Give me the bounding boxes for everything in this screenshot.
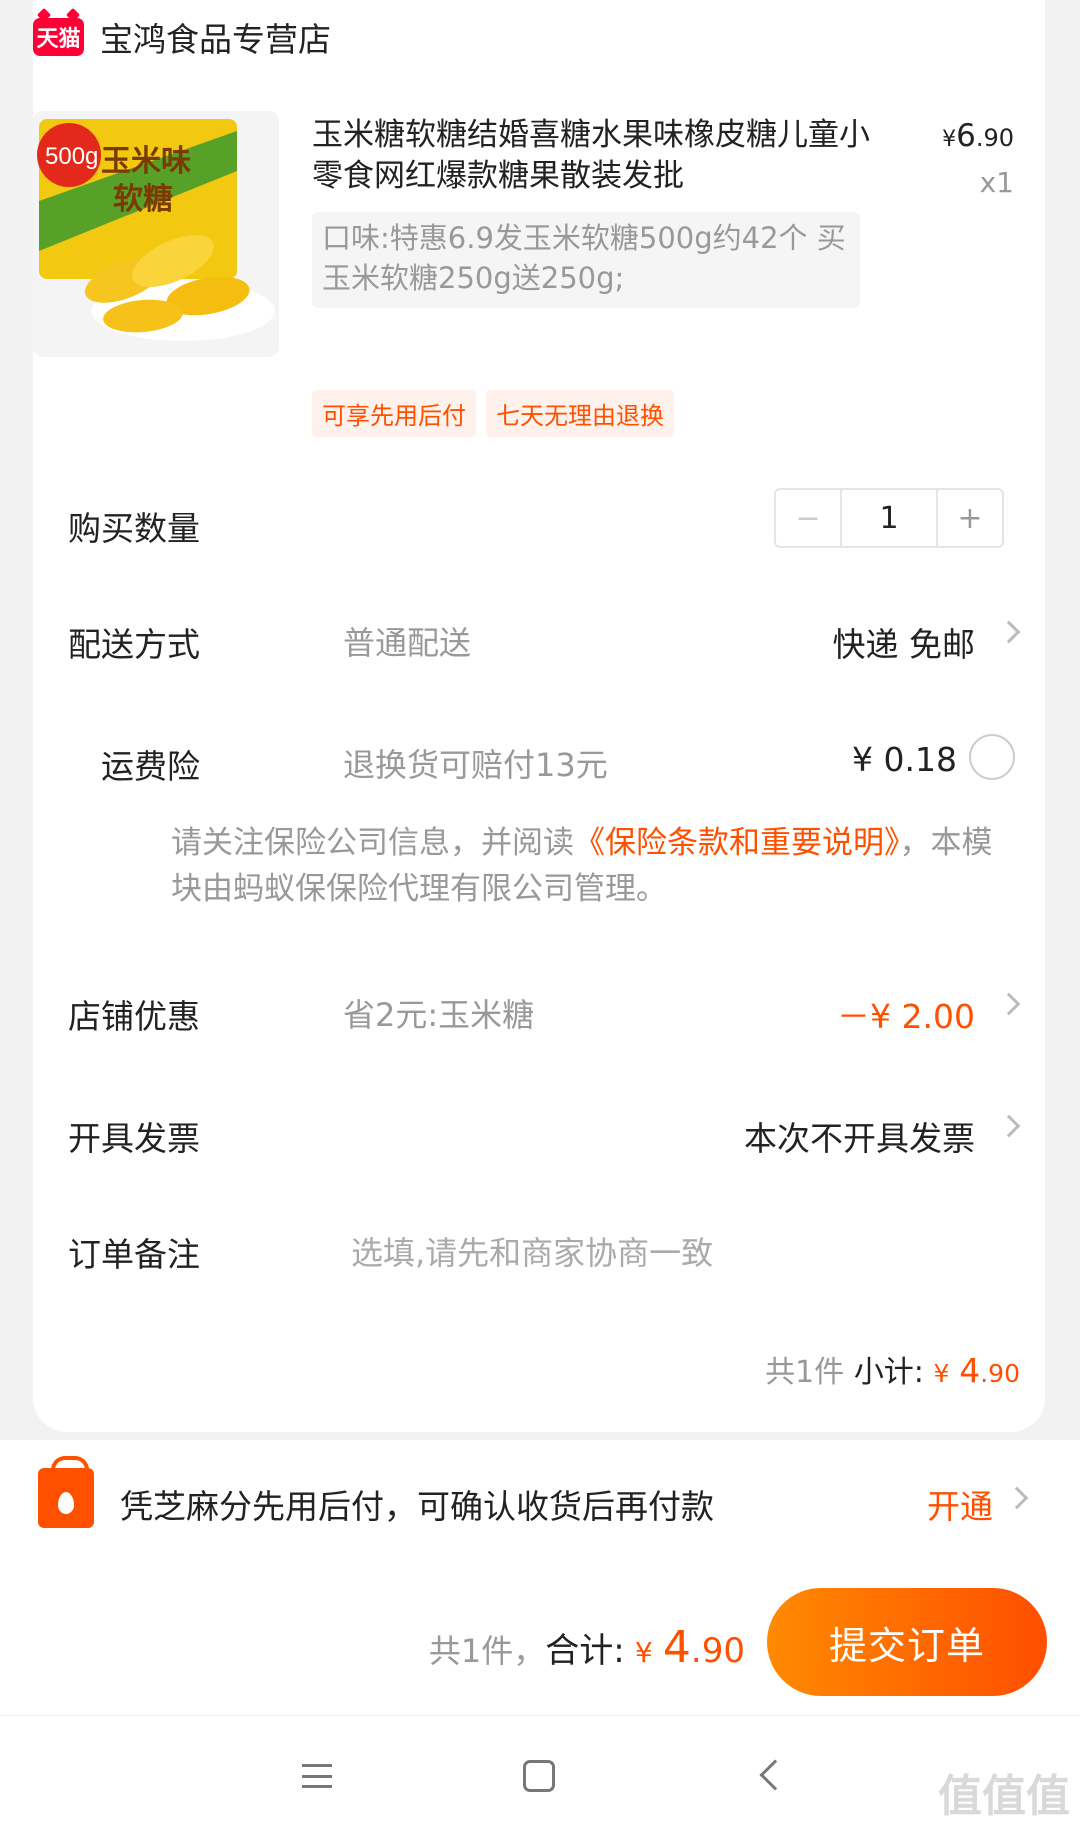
delivery-row[interactable]: 配送方式 普通配送 快递 免邮: [33, 608, 1045, 668]
insurance-label: 运费险: [101, 747, 200, 786]
svg-text:500g: 500g: [45, 143, 98, 170]
shop-header[interactable]: 天猫 宝鸿食品专营店: [33, 14, 331, 60]
product-title[interactable]: 玉米糖软糖结婚喜糖水果味橡皮糖儿童小零食网红爆款糖果散装发批: [312, 115, 892, 197]
system-nav-bar: [0, 1715, 1080, 1844]
invoice-label: 开具发票: [68, 1119, 200, 1158]
tag-seven-day-return: 七天无理由退换: [486, 390, 674, 437]
service-tags: 可享先用后付 七天无理由退换: [312, 390, 674, 437]
store-discount-row[interactable]: 店铺优惠 省2元:玉米糖 －¥ 2.00: [33, 980, 1045, 1040]
shop-name[interactable]: 宝鸿食品专营店: [100, 13, 331, 61]
remark-label: 订单备注: [68, 1235, 200, 1274]
chevron-right-icon: [1005, 1486, 1029, 1510]
insurance-terms-link[interactable]: 《保险条款和重要说明》: [574, 825, 900, 861]
chevron-right-icon: [997, 992, 1021, 1016]
delivery-value: 快递 免邮: [832, 625, 976, 664]
tmall-logo-icon: 天猫: [33, 18, 84, 56]
delivery-type: 普通配送: [343, 624, 472, 662]
insurance-desc: 退换货可赔付13元: [343, 746, 608, 784]
product-spec[interactable]: 口味:特惠6.9发玉米软糖500g约42个 买玉米软糖250g送250g;: [312, 212, 860, 308]
checkout-bar: 共1件，合计: ¥ 4.90 提交订单: [0, 1570, 1080, 1715]
home-icon[interactable]: [523, 1760, 555, 1792]
discount-label: 店铺优惠: [68, 997, 200, 1036]
quantity-stepper[interactable]: − 1 +: [774, 488, 1004, 548]
chevron-right-icon: [997, 620, 1021, 644]
increase-button[interactable]: +: [936, 490, 1002, 546]
quantity-row: 购买数量 − 1 +: [33, 488, 1045, 552]
insurance-radio[interactable]: [969, 734, 1015, 780]
invoice-row[interactable]: 开具发票 本次不开具发票: [33, 1102, 1045, 1162]
product-quantity: x1: [979, 166, 1014, 199]
insurance-note: 请关注保险公司信息，并阅读《保险条款和重要说明》，本模块由蚂蚁保保险代理有限公司…: [171, 825, 993, 907]
invoice-value: 本次不开具发票: [744, 1119, 975, 1158]
discount-desc: 省2元:玉米糖: [343, 996, 535, 1034]
insurance-price: ¥ 0.18: [852, 740, 957, 779]
svg-text:软糖: 软糖: [113, 182, 173, 217]
zhima-text: 凭芝麻分先用后付，可确认收货后再付款: [120, 1487, 714, 1526]
insurance-row[interactable]: 运费险 退换货可赔付13元 ¥ 0.18: [33, 730, 1045, 790]
svg-text:玉米味: 玉米味: [101, 144, 191, 179]
discount-value: －¥ 2.00: [837, 997, 975, 1036]
remark-row: 订单备注 选填,请先和商家协商一致: [33, 1218, 1045, 1278]
zhima-pay-later-bar[interactable]: 凭芝麻分先用后付，可确认收货后再付款 开通: [0, 1440, 1080, 1570]
product-image[interactable]: 500g 玉米味 软糖: [33, 111, 279, 357]
tag-pay-later: 可享先用后付: [312, 390, 476, 437]
shopping-bag-icon: [38, 1456, 94, 1528]
quantity-value[interactable]: 1: [842, 490, 936, 546]
back-icon[interactable]: [759, 1759, 791, 1791]
submit-order-button[interactable]: 提交订单: [767, 1588, 1047, 1696]
product-price: ¥6.90: [942, 118, 1014, 154]
zhima-open-button[interactable]: 开通: [927, 1480, 993, 1528]
chevron-right-icon: [997, 1114, 1021, 1138]
quantity-label: 购买数量: [68, 509, 200, 548]
menu-icon[interactable]: [302, 1764, 332, 1788]
subtotal: 共1件 小计: ¥ 4.90: [765, 1351, 1020, 1390]
remark-input[interactable]: 选填,请先和商家协商一致: [351, 1228, 713, 1274]
decrease-button[interactable]: −: [776, 490, 842, 546]
order-total: 共1件，合计: ¥ 4.90: [428, 1622, 745, 1673]
watermark: 值值值: [938, 1771, 1070, 1822]
delivery-label: 配送方式: [68, 625, 200, 664]
